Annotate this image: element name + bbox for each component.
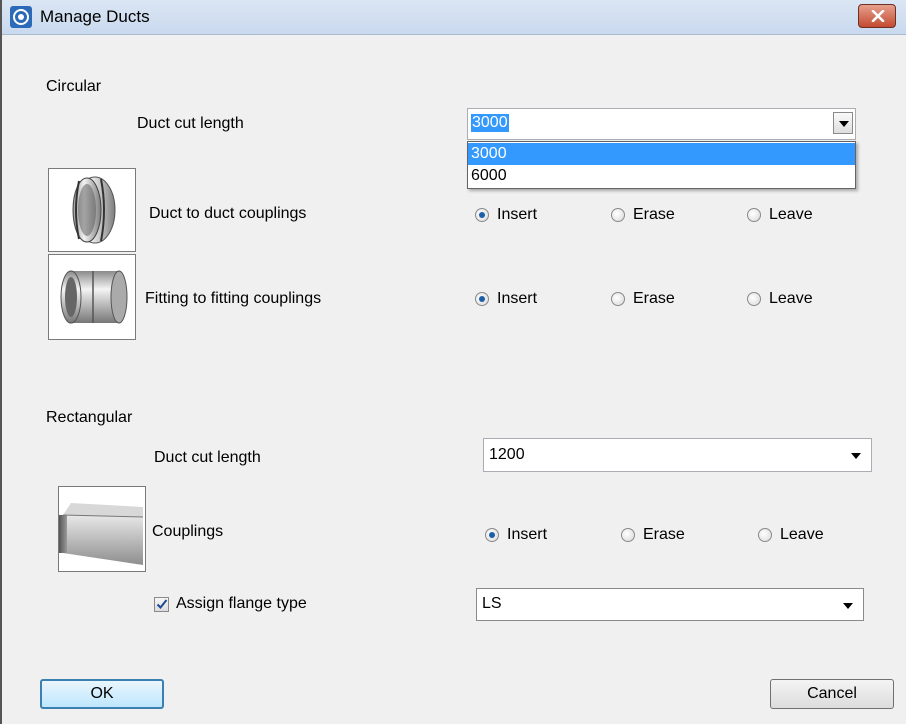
fitting-coupling-picture: [60, 270, 128, 324]
radio-label: Insert: [497, 206, 538, 223]
fitting-to-fitting-couplings-label: Fitting to fitting couplings: [145, 290, 322, 307]
fitting-coupling-image: [48, 254, 136, 340]
chevron-down-icon[interactable]: [833, 112, 853, 134]
radio-button-icon: [747, 208, 761, 222]
assign-flange-label: Assign flange type: [176, 595, 307, 612]
radio-label: Erase: [633, 206, 675, 223]
rectangular-coupling-picture: [59, 503, 144, 565]
rectangular-duct-cut-length-combo[interactable]: 1200: [483, 438, 872, 472]
assign-flange-checkbox[interactable]: [154, 597, 169, 612]
duct-coupling-picture: [72, 176, 116, 244]
circular-section-label: Circular: [46, 78, 102, 95]
radio-button-icon: [621, 528, 635, 542]
radio-button-icon: [475, 208, 489, 222]
manage-ducts-dialog: Manage Ducts Circular Duct cut length 30…: [0, 0, 906, 724]
app-icon: [10, 6, 32, 28]
chevron-down-icon: [851, 453, 861, 459]
title-bar[interactable]: Manage Ducts: [2, 0, 906, 35]
radio-label: Leave: [780, 526, 824, 543]
circular-duct-cut-length-value: 3000: [471, 114, 509, 132]
radio-button-icon: [475, 292, 489, 306]
circular-duct-cut-length-label: Duct cut length: [137, 115, 244, 132]
cancel-button[interactable]: Cancel: [770, 679, 894, 709]
chevron-down-icon: [843, 603, 853, 609]
radio-button-icon: [747, 292, 761, 306]
radio-label: Leave: [769, 206, 813, 223]
dropdown-option-3000[interactable]: 3000: [468, 143, 855, 165]
checkmark-icon: [156, 599, 168, 609]
circular-duct-cut-length-dropdown: 3000 6000: [467, 141, 856, 189]
duct-to-duct-couplings-label: Duct to duct couplings: [149, 205, 307, 222]
duct-coupling-image: [48, 168, 136, 252]
ok-button[interactable]: OK: [40, 679, 164, 709]
radio-button-icon: [485, 528, 499, 542]
radio-label: Leave: [769, 290, 813, 307]
dropdown-option-6000[interactable]: 6000: [468, 165, 855, 187]
rectangular-coupling-image: [58, 486, 146, 572]
flange-type-value: LS: [482, 595, 502, 612]
radio-label: Insert: [507, 526, 548, 543]
radio-button-icon: [611, 292, 625, 306]
rectangular-duct-cut-length-label: Duct cut length: [154, 449, 261, 466]
window-title: Manage Ducts: [40, 7, 150, 26]
close-icon: [871, 10, 885, 22]
radio-label: Erase: [633, 290, 675, 307]
rectangular-section-label: Rectangular: [46, 409, 133, 426]
radio-label: Erase: [643, 526, 685, 543]
close-button[interactable]: [858, 4, 896, 28]
radio-button-icon: [758, 528, 772, 542]
couplings-label: Couplings: [152, 523, 224, 540]
flange-type-combo[interactable]: LS: [476, 588, 864, 621]
radio-label: Insert: [497, 290, 538, 307]
circular-duct-cut-length-combo[interactable]: 3000: [467, 108, 856, 140]
rectangular-duct-cut-length-value: 1200: [489, 446, 525, 463]
radio-button-icon: [611, 208, 625, 222]
